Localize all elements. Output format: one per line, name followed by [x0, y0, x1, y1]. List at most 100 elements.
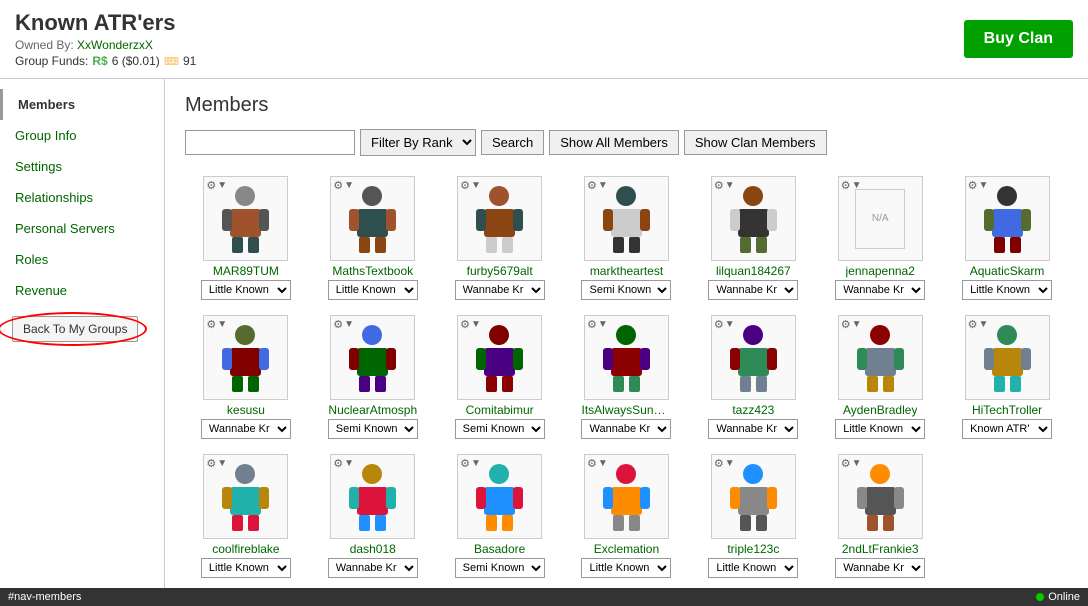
member-rank: Little Known Wannabe Kr Semi Known Known… [962, 280, 1052, 300]
member-rank-select[interactable]: Little Known Wannabe Kr Semi Known Known… [835, 419, 925, 439]
member-card: ⚙ ▼ NuclearAtmosph Little Known Wannabe … [312, 310, 434, 444]
member-rank-select[interactable]: Little Known Wannabe Kr Semi Known Known… [962, 280, 1052, 300]
member-rank-select[interactable]: Little Known Wannabe Kr Semi Known Known… [962, 419, 1052, 439]
member-rank-select[interactable]: Little Known Wannabe Kr Semi Known Known… [581, 280, 671, 300]
avatar-figure [345, 462, 400, 532]
member-avatar-box: ⚙ ▼ [457, 176, 542, 261]
member-gear-controls: ⚙ ▼ [714, 318, 735, 331]
member-rank-select[interactable]: Little Known Wannabe Kr Semi Known Known… [581, 419, 671, 439]
member-avatar-box: ⚙ ▼ [330, 315, 415, 400]
status-bar: #nav-members Online [0, 588, 1088, 606]
member-rank-select[interactable]: Little Known Wannabe Kr Semi Known Known… [328, 280, 418, 300]
member-card: ⚙ ▼ ItsAlwaysSunnyIr Little Known Wannab… [566, 310, 688, 444]
member-gear-controls: ⚙ ▼ [206, 318, 227, 331]
member-avatar-box: ⚙ ▼ [330, 176, 415, 261]
sidebar-item-revenue[interactable]: Revenue [0, 275, 164, 306]
member-rank-select[interactable]: Little Known Wannabe Kr Semi Known Known… [328, 558, 418, 578]
sidebar-item-group-info[interactable]: Group Info [0, 120, 164, 151]
sidebar-item-personal-servers[interactable]: Personal Servers [0, 213, 164, 244]
member-name[interactable]: HiTechTroller [972, 403, 1042, 417]
member-card: ⚙ ▼ dash018 Little Known Wannabe Kr Semi… [312, 449, 434, 583]
member-gear-controls: ⚙ ▼ [460, 179, 481, 192]
back-to-my-groups-button[interactable]: Back To My Groups [12, 316, 138, 342]
member-card: ⚙ ▼ AquaticSkarm Little Known Wannabe Kr… [946, 171, 1068, 305]
rank-arrow: ▼ [978, 319, 988, 330]
member-name[interactable]: ItsAlwaysSunnyIr [581, 403, 671, 417]
member-rank-select[interactable]: Little Known Wannabe Kr Semi Known Known… [201, 419, 291, 439]
member-name[interactable]: furby5679alt [467, 264, 533, 278]
show-all-members-button[interactable]: Show All Members [549, 130, 679, 155]
show-clan-members-button[interactable]: Show Clan Members [684, 130, 827, 155]
rank-arrow: ▼ [344, 180, 354, 191]
gear-icon: ⚙ [841, 457, 851, 470]
member-name[interactable]: lilquan184267 [716, 264, 791, 278]
member-rank-select[interactable]: Little Known Wannabe Kr Semi Known Known… [455, 280, 545, 300]
online-label: Online [1048, 591, 1080, 603]
avatar-figure [218, 323, 273, 393]
member-rank-select[interactable]: Little Known Wannabe Kr Semi Known Known… [708, 558, 798, 578]
member-rank-select[interactable]: Little Known Wannabe Kr Semi Known Known… [201, 280, 291, 300]
member-name[interactable]: tazz423 [732, 403, 774, 417]
member-gear-controls: ⚙ ▼ [714, 457, 735, 470]
member-card: ⚙ ▼ lilquan184267 Little Known Wannabe K… [692, 171, 814, 305]
member-card: ⚙ ▼ MathsTextbook Little Known Wannabe K… [312, 171, 434, 305]
search-button[interactable]: Search [481, 130, 544, 155]
sidebar-item-settings[interactable]: Settings [0, 151, 164, 182]
member-name[interactable]: dash018 [350, 542, 396, 556]
member-name[interactable]: coolfireblake [212, 542, 279, 556]
member-name[interactable]: Comitabimur [466, 403, 534, 417]
member-avatar-box: ⚙ ▼ [330, 454, 415, 539]
member-name[interactable]: 2ndLtFrankie3 [842, 542, 919, 556]
avatar-figure [853, 323, 908, 393]
member-name[interactable]: Basadore [474, 542, 525, 556]
member-rank-select[interactable]: Little Known Wannabe Kr Semi Known Known… [708, 419, 798, 439]
member-name[interactable]: Exclemation [594, 542, 659, 556]
header-info: Known ATR'ers Owned By: XxWonderzxX Grou… [15, 10, 196, 68]
member-rank-select[interactable]: Little Known Wannabe Kr Semi Known Known… [201, 558, 291, 578]
member-name[interactable]: AydenBradley [843, 403, 918, 417]
member-avatar-box: ⚙ ▼ [457, 315, 542, 400]
member-name[interactable]: marktheartest [590, 264, 663, 278]
member-rank-select[interactable]: Little Known Wannabe Kr Semi Known Known… [835, 558, 925, 578]
avatar-figure [726, 462, 781, 532]
member-name[interactable]: jennapenna2 [846, 264, 915, 278]
rank-arrow: ▼ [725, 180, 735, 191]
gear-icon: ⚙ [841, 318, 851, 331]
member-name[interactable]: NuclearAtmosph [328, 403, 417, 417]
sidebar-item-roles[interactable]: Roles [0, 244, 164, 275]
avatar-figure [472, 184, 527, 254]
member-rank: Little Known Wannabe Kr Semi Known Known… [201, 280, 291, 300]
member-card: ⚙ ▼ Comitabimur Little Known Wannabe Kr … [439, 310, 561, 444]
sidebar-item-members[interactable]: Members [0, 89, 164, 120]
member-gear-controls: ⚙ ▼ [968, 179, 989, 192]
member-card: ⚙ ▼ MAR89TUM Little Known Wannabe Kr Sem… [185, 171, 307, 305]
member-name[interactable]: MAR89TUM [213, 264, 279, 278]
member-gear-controls: ⚙ ▼ [841, 457, 862, 470]
member-gear-controls: ⚙ ▼ [206, 179, 227, 192]
member-name[interactable]: kesusu [227, 403, 265, 417]
member-gear-controls: ⚙ ▼ [841, 318, 862, 331]
sidebar-item-relationships[interactable]: Relationships [0, 182, 164, 213]
member-rank-select[interactable]: Little Known Wannabe Kr Semi Known Known… [708, 280, 798, 300]
gear-icon: ⚙ [968, 179, 978, 192]
member-rank: Little Known Wannabe Kr Semi Known Known… [708, 280, 798, 300]
header-owned: Owned By: XxWonderzxX [15, 38, 196, 52]
owner-link[interactable]: XxWonderzxX [77, 38, 153, 52]
member-rank-select[interactable]: Little Known Wannabe Kr Semi Known Known… [455, 558, 545, 578]
search-input[interactable] [185, 130, 355, 155]
member-rank-select[interactable]: Little Known Wannabe Kr Semi Known Known… [835, 280, 925, 300]
avatar-figure [599, 323, 654, 393]
filter-rank-select[interactable]: Filter By Rank Little Known Wannabe Kr S… [360, 129, 476, 156]
member-rank: Little Known Wannabe Kr Semi Known Known… [201, 419, 291, 439]
member-rank-select[interactable]: Little Known Wannabe Kr Semi Known Known… [581, 558, 671, 578]
gear-icon: ⚙ [206, 179, 216, 192]
member-name[interactable]: AquaticSkarm [970, 264, 1045, 278]
gear-icon: ⚙ [333, 457, 343, 470]
member-name[interactable]: MathsTextbook [332, 264, 413, 278]
member-rank-select[interactable]: Little Known Wannabe Kr Semi Known Known… [328, 419, 418, 439]
gear-icon: ⚙ [587, 457, 597, 470]
avatar-figure [726, 184, 781, 254]
buy-clan-button[interactable]: Buy Clan [964, 20, 1073, 58]
member-rank-select[interactable]: Little Known Wannabe Kr Semi Known Known… [455, 419, 545, 439]
member-name[interactable]: triple123c [727, 542, 779, 556]
